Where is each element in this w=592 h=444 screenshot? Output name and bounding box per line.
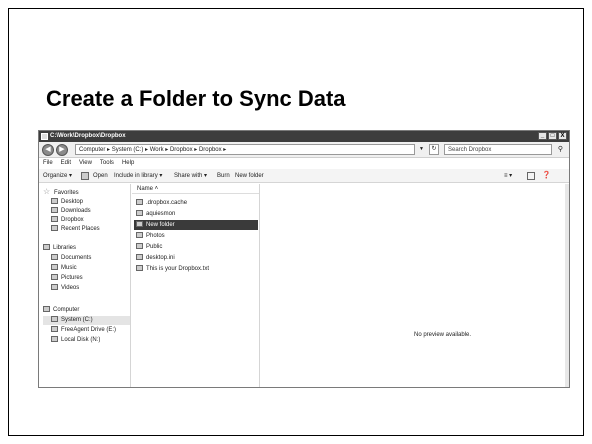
nav-item-documents[interactable]: Documents — [51, 254, 91, 263]
nav-item-system-c[interactable]: System (C:) — [43, 316, 130, 325]
desktop-icon — [51, 198, 58, 204]
music-icon — [51, 264, 58, 270]
computer-icon — [43, 306, 50, 312]
dropbox-icon — [51, 216, 58, 222]
list-item[interactable]: .dropbox.cache — [134, 198, 258, 208]
list-item[interactable]: aquiesmon — [134, 209, 258, 219]
list-item-selected[interactable]: New folder — [134, 220, 258, 230]
file-list: Name ˄ .dropbox.cache aquiesmon New fold… — [132, 184, 260, 387]
menu-file[interactable]: File — [43, 158, 53, 169]
list-item[interactable]: This is your Dropbox.txt — [134, 264, 258, 274]
slide-title: Create a Folder to Sync Data — [46, 86, 346, 111]
library-icon — [43, 244, 50, 250]
include-library-button[interactable]: Include in library ▾ — [114, 169, 162, 183]
folder-icon — [136, 243, 143, 249]
search-input[interactable]: Search Dropbox — [444, 144, 552, 155]
refresh-icon[interactable]: ↻ — [429, 144, 439, 155]
close-button[interactable]: X — [558, 132, 567, 140]
folder-icon — [136, 199, 143, 205]
nav-item-downloads[interactable]: Downloads — [51, 207, 91, 216]
list-item[interactable]: Public — [134, 242, 258, 252]
preview-pane-icon[interactable] — [527, 172, 535, 180]
folder-icon — [136, 232, 143, 238]
nav-item-videos[interactable]: Videos — [51, 284, 79, 293]
recent-places-icon — [51, 225, 58, 231]
nav-item-music[interactable]: Music — [51, 264, 77, 273]
menu-tools[interactable]: Tools — [100, 158, 114, 169]
burn-button[interactable]: Burn — [217, 169, 230, 183]
menu-view[interactable]: View — [79, 158, 92, 169]
title-bar[interactable]: C:\Work\Dropbox\Dropbox _ □ X — [39, 131, 569, 142]
drive-icon — [51, 326, 58, 332]
nav-item-pictures[interactable]: Pictures — [51, 274, 83, 283]
menu-bar: File Edit View Tools Help — [39, 158, 569, 169]
list-item[interactable]: Photos — [134, 231, 258, 241]
name-column-header[interactable]: Name ˄ — [132, 184, 259, 194]
back-icon[interactable]: ◀ — [42, 144, 54, 156]
menu-help[interactable]: Help — [122, 158, 134, 169]
view-options-icon[interactable]: ≡ ▾ — [504, 169, 512, 183]
file-icon — [136, 254, 143, 260]
new-folder-button[interactable]: New folder — [235, 169, 264, 183]
address-bar[interactable]: Computer ▸ System (C:) ▸ Work ▸ Dropbox … — [75, 144, 415, 155]
drive-icon — [51, 316, 58, 322]
downloads-icon — [51, 207, 58, 213]
explorer-window: C:\Work\Dropbox\Dropbox _ □ X ◀ ▶ Comput… — [38, 130, 570, 388]
videos-icon — [51, 284, 58, 290]
preview-message: No preview available. — [414, 332, 472, 338]
documents-icon — [51, 254, 58, 260]
nav-computer[interactable]: Computer — [43, 306, 79, 315]
folder-app-icon — [41, 133, 48, 140]
file-icon — [136, 265, 143, 271]
menu-edit[interactable]: Edit — [61, 158, 71, 169]
nav-item-desktop[interactable]: Desktop — [51, 198, 83, 207]
open-button[interactable]: Open — [93, 169, 108, 183]
address-dropdown-icon[interactable]: ▼ — [419, 146, 424, 152]
nav-favorites[interactable]: ☆ Favorites — [43, 188, 79, 197]
forward-icon[interactable]: ▶ — [56, 144, 68, 156]
preview-pane: No preview available. — [261, 184, 569, 387]
nav-item-dropbox[interactable]: Dropbox — [51, 216, 84, 225]
address-row: ◀ ▶ Computer ▸ System (C:) ▸ Work ▸ Drop… — [39, 142, 569, 158]
folder-icon — [136, 221, 143, 227]
minimize-button[interactable]: _ — [538, 132, 547, 140]
maximize-button[interactable]: □ — [548, 132, 557, 140]
pictures-icon — [51, 274, 58, 280]
star-icon: ☆ — [43, 187, 51, 196]
list-item[interactable]: desktop.ini — [134, 253, 258, 263]
nav-item-freeagent-e[interactable]: FreeAgent Drive (E:) — [51, 326, 116, 335]
nav-libraries[interactable]: Libraries — [43, 244, 76, 253]
command-bar: Organize ▾ Open Include in library ▾ Sha… — [39, 169, 569, 183]
search-icon[interactable]: ⚲ — [555, 145, 566, 154]
nav-item-recent-places[interactable]: Recent Places — [51, 225, 100, 234]
scrollbar[interactable] — [565, 184, 569, 387]
drive-icon — [51, 336, 58, 342]
open-icon — [81, 172, 89, 180]
navigation-pane: ☆ Favorites Desktop Downloads Dropbox Rec… — [39, 184, 131, 387]
help-icon[interactable]: ❓ — [542, 169, 551, 183]
folder-icon — [136, 210, 143, 216]
organize-button[interactable]: Organize ▾ — [43, 169, 72, 183]
nav-item-local-disk-n[interactable]: Local Disk (N:) — [51, 336, 100, 345]
window-title: C:\Work\Dropbox\Dropbox — [50, 133, 126, 139]
share-with-button[interactable]: Share with ▾ — [174, 169, 207, 183]
